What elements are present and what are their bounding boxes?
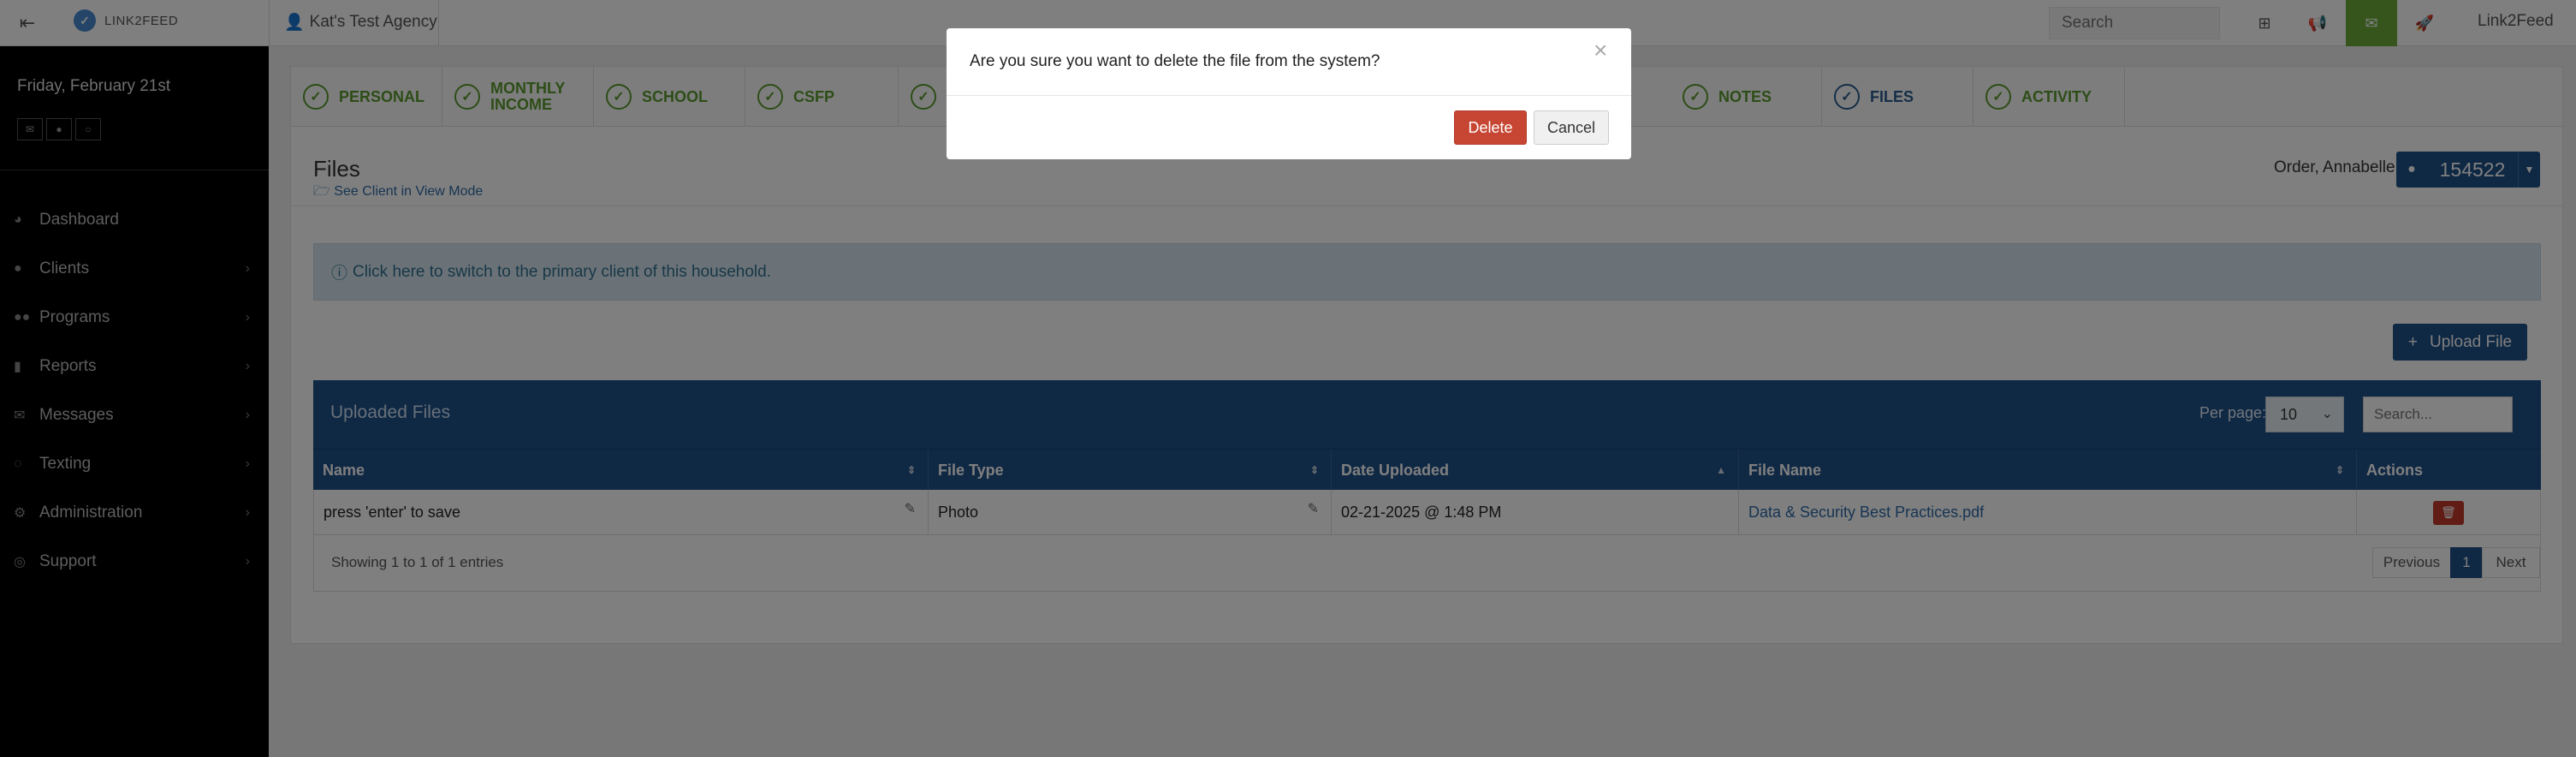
delete-confirm-modal: Are you sure you want to delete the file… bbox=[947, 28, 1631, 159]
modal-message: Are you sure you want to delete the file… bbox=[970, 52, 1380, 70]
delete-button[interactable]: Delete bbox=[1454, 110, 1527, 145]
close-icon[interactable]: × bbox=[1594, 37, 1607, 64]
cancel-button[interactable]: Cancel bbox=[1534, 110, 1609, 145]
divider bbox=[947, 95, 1631, 96]
